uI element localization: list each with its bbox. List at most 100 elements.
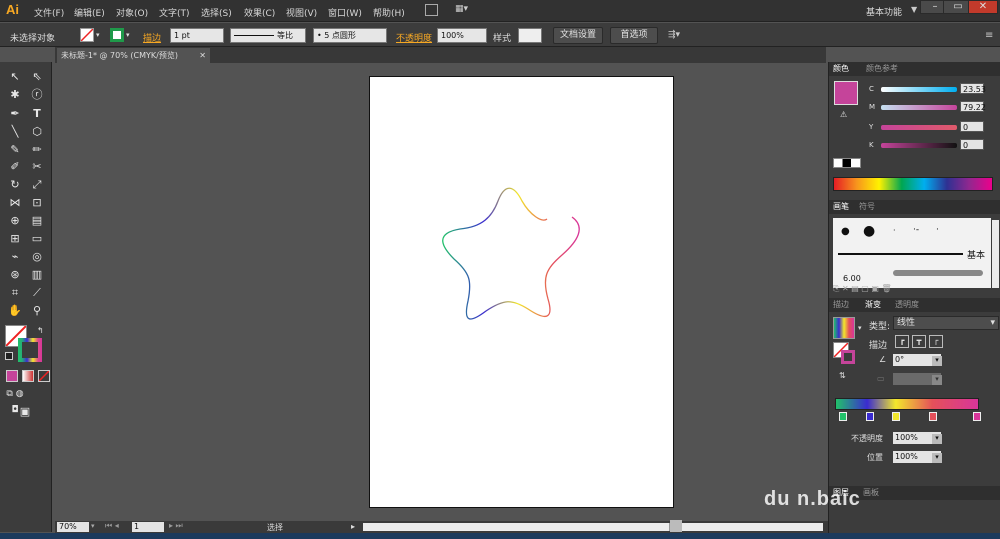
paintbrush-tool-icon[interactable]: ✎ bbox=[6, 142, 24, 158]
none-black-white-swatches[interactable] bbox=[833, 158, 861, 168]
star-path[interactable] bbox=[370, 77, 675, 509]
close-icon[interactable]: ✕ bbox=[199, 48, 206, 63]
stroke-label[interactable]: 描边 bbox=[143, 31, 161, 44]
reverse-gradient-icon[interactable]: ⇅ bbox=[839, 371, 846, 380]
chevron-down-icon[interactable]: ▾ bbox=[126, 31, 130, 39]
free-transform-tool-icon[interactable]: ⊡ bbox=[28, 195, 46, 211]
tab-stroke[interactable]: 描边 bbox=[833, 298, 849, 311]
perspective-grid-tool-icon[interactable]: ▤ bbox=[28, 213, 46, 229]
brush-dot-dotted[interactable]: · bbox=[936, 225, 939, 235]
close-button[interactable]: ✕ bbox=[968, 0, 998, 14]
eyedropper-tool-icon[interactable]: ⌁ bbox=[6, 249, 24, 265]
workspace-switcher[interactable]: 基本功能 bbox=[866, 5, 902, 18]
fill-swatch[interactable] bbox=[80, 28, 94, 42]
stroke-color-box[interactable] bbox=[18, 338, 42, 362]
menu-type[interactable]: 文字(T) bbox=[159, 6, 190, 19]
menu-object[interactable]: 对象(O) bbox=[116, 6, 148, 19]
document-setup-button[interactable]: 文档设置 bbox=[553, 27, 603, 44]
brush-dot-dash[interactable]: ·- bbox=[913, 225, 919, 235]
gradient-stop-1[interactable] bbox=[839, 412, 847, 421]
default-colors-icon[interactable] bbox=[5, 352, 13, 360]
swap-colors-icon[interactable]: ↰ bbox=[37, 326, 44, 335]
blob-brush-tool-icon[interactable]: ✐ bbox=[6, 159, 24, 175]
brush-select[interactable]: • 5 点圆形 bbox=[313, 28, 387, 43]
artboard-tool-icon[interactable]: ⌗ bbox=[6, 285, 24, 301]
scale-tool-icon[interactable]: ⤢ bbox=[28, 177, 46, 193]
stroke-profile-select[interactable]: 等比 bbox=[230, 28, 306, 43]
channel-m-field[interactable]: 79.22 bbox=[960, 101, 986, 112]
next-page-icon[interactable]: ▸ ⏭ bbox=[169, 521, 183, 531]
chevron-down-icon[interactable]: ▾ bbox=[858, 324, 862, 332]
color-mode-icon[interactable] bbox=[6, 370, 18, 382]
menu-edit[interactable]: 编辑(E) bbox=[74, 6, 105, 19]
first-page-icon[interactable]: ⏮ ◂ bbox=[105, 521, 119, 531]
opacity-field[interactable]: 100% bbox=[437, 28, 487, 43]
panel-menu-icon[interactable]: ≡ bbox=[985, 30, 993, 41]
type-tool-icon[interactable]: T bbox=[28, 106, 46, 122]
tab-transparency[interactable]: 透明度 bbox=[895, 298, 919, 311]
artboard[interactable] bbox=[369, 76, 674, 508]
scroll-thumb[interactable] bbox=[670, 520, 682, 532]
width-tool-icon[interactable]: ⋈ bbox=[6, 195, 24, 211]
gradient-stop-3[interactable] bbox=[892, 412, 900, 421]
menu-window[interactable]: 窗口(W) bbox=[328, 6, 362, 19]
channel-m-slider[interactable] bbox=[881, 105, 957, 110]
gradient-stop-5[interactable] bbox=[973, 412, 981, 421]
direct-selection-tool-icon[interactable]: ⇖ bbox=[28, 69, 46, 85]
stroke-swatch[interactable] bbox=[110, 28, 124, 42]
gradient-tool-icon[interactable]: ▭ bbox=[28, 231, 46, 247]
brush-dot-tiny[interactable]: · bbox=[893, 226, 896, 235]
chevron-down-icon[interactable]: ▾ bbox=[91, 522, 95, 530]
draw-mode-icon[interactable]: ⧉ ◍ ◘ bbox=[6, 386, 24, 415]
hand-tool-icon[interactable]: ✋ bbox=[6, 303, 24, 319]
brush-library[interactable]: ● ● · ·- · 基本 6.00 bbox=[833, 218, 991, 288]
magic-wand-tool-icon[interactable]: ✱ bbox=[6, 87, 24, 103]
menu-help[interactable]: 帮助(H) bbox=[373, 6, 405, 19]
graph-tool-icon[interactable]: ▥ bbox=[28, 267, 46, 283]
document-tab[interactable]: 未标题-1* @ 70% (CMYK/预览) ✕ bbox=[57, 48, 210, 63]
gradient-preview[interactable] bbox=[833, 317, 855, 339]
screen-mode-icon[interactable]: ▣ bbox=[16, 404, 34, 420]
basic-brush-stroke[interactable] bbox=[838, 253, 963, 255]
zoom-tool-icon[interactable]: ⚲ bbox=[28, 303, 46, 319]
status-menu-icon[interactable]: ▸ bbox=[351, 522, 355, 531]
shape-builder-tool-icon[interactable]: ⊕ bbox=[6, 213, 24, 229]
zoom-field[interactable]: 70% bbox=[57, 522, 89, 532]
tab-color[interactable]: 颜色 bbox=[833, 62, 849, 75]
rotate-tool-icon[interactable]: ↻ bbox=[6, 177, 24, 193]
channel-k-slider[interactable] bbox=[881, 143, 957, 148]
stroke-within-icon[interactable]: ┏ bbox=[895, 335, 909, 348]
none-mode-icon[interactable] bbox=[38, 370, 50, 382]
gradient-mode-icon[interactable] bbox=[22, 370, 34, 382]
stroke-proxy[interactable] bbox=[841, 350, 855, 364]
tab-color-guide[interactable]: 颜色参考 bbox=[866, 62, 898, 75]
menu-effect[interactable]: 效果(C) bbox=[244, 6, 275, 19]
channel-y-slider[interactable] bbox=[881, 125, 957, 130]
channel-k-field[interactable]: 0 bbox=[960, 139, 984, 150]
slice-tool-icon[interactable]: ⟋ bbox=[28, 285, 46, 301]
active-color-swatch[interactable] bbox=[834, 81, 858, 105]
selection-tool-icon[interactable]: ↖ bbox=[6, 69, 24, 85]
chevron-down-icon[interactable]: ▼ bbox=[911, 5, 917, 14]
chevron-down-icon[interactable]: ▾ bbox=[932, 434, 942, 444]
gradient-type-select[interactable]: 线性 ▾ bbox=[893, 316, 999, 330]
channel-c-field[interactable]: 23.53 bbox=[960, 83, 986, 94]
tab-brushes[interactable]: 画笔 bbox=[833, 200, 849, 213]
pencil-tool-icon[interactable]: ✏ bbox=[28, 142, 46, 158]
page-field[interactable]: 1 bbox=[132, 522, 164, 532]
align-icon[interactable]: ⇶▾ bbox=[668, 30, 680, 40]
scissors-tool-icon[interactable]: ✂ bbox=[28, 159, 46, 175]
pen-tool-icon[interactable]: ✒ bbox=[6, 106, 24, 122]
symbol-sprayer-tool-icon[interactable]: ⊛ bbox=[6, 267, 24, 283]
brush-panel-scrollbar[interactable] bbox=[992, 220, 999, 288]
mesh-tool-icon[interactable]: ⊞ bbox=[6, 231, 24, 247]
chevron-down-icon[interactable]: ▾ bbox=[932, 356, 942, 366]
line-tool-icon[interactable]: ╲ bbox=[6, 124, 24, 140]
brush-dot-large[interactable]: ● bbox=[863, 223, 875, 239]
gradient-stop-2[interactable] bbox=[866, 412, 874, 421]
tab-artboards[interactable]: 画板 bbox=[863, 486, 879, 499]
channel-c-slider[interactable] bbox=[881, 87, 957, 92]
lasso-tool-icon[interactable]: ⓡ bbox=[28, 87, 46, 103]
gradient-slider[interactable] bbox=[835, 398, 979, 410]
stroke-weight-field[interactable]: 1 pt bbox=[170, 28, 224, 43]
